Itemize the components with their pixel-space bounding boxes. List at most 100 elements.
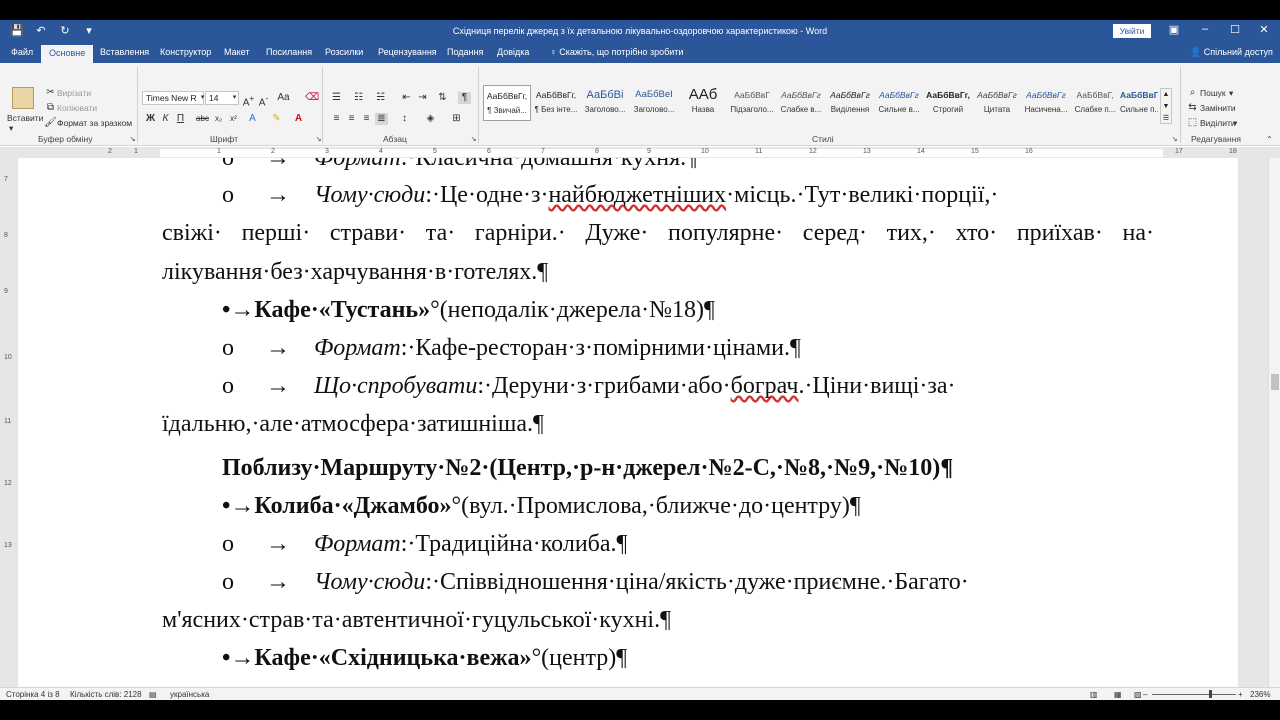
language-status[interactable]: українська [170, 690, 209, 699]
line-spacing-icon[interactable]: ↕ [398, 113, 411, 125]
tab-insert[interactable]: Вставлення [100, 47, 149, 57]
horizontal-ruler[interactable]: 2 1 1 2 3 4 5 6 7 8 9 10 11 12 13 14 15 … [0, 147, 1280, 158]
sort-icon[interactable]: ⇅ [436, 92, 449, 104]
align-right-icon[interactable]: ≡ [360, 113, 373, 125]
style-item[interactable]: АаБбВвГг, ¶ Звичай... [483, 85, 531, 121]
zoom-level[interactable]: 236% [1250, 690, 1270, 699]
style-name: Строгий [932, 105, 964, 114]
style-item[interactable]: АаБбВеІ Заголово... [630, 85, 678, 121]
highlight-icon[interactable]: ✎ [270, 113, 283, 125]
tab-review[interactable]: Рецензування [378, 47, 437, 57]
bullets-icon[interactable]: ☰ [330, 92, 343, 104]
italic-icon[interactable]: К [159, 113, 172, 125]
tab-view[interactable]: Подання [447, 47, 483, 57]
styles-scroll-icon[interactable]: ▲ ▼ ☰ [1160, 88, 1172, 124]
sign-in-button[interactable]: Увійти [1113, 24, 1151, 38]
vertical-ruler[interactable]: 7 8 9 10 11 12 13 [0, 158, 14, 698]
replace-button[interactable]: Замінити [1200, 103, 1236, 113]
numbering-icon[interactable]: ☷ [352, 92, 365, 104]
close-icon[interactable]: ✕ [1254, 23, 1274, 36]
word-count[interactable]: Кількість слів: 2128 [70, 690, 142, 699]
ruler-number: 1 [217, 148, 221, 155]
document-page[interactable]: o → Формат:·Класична·домашня·кухня.¶ o →… [18, 158, 1238, 698]
format-painter-button[interactable]: Формат за зразком [57, 118, 132, 128]
align-center-icon[interactable]: ≡ [345, 113, 358, 125]
tab-layout[interactable]: Макет [224, 47, 249, 57]
clear-formatting-icon[interactable]: ⌫ [305, 92, 319, 104]
share-button[interactable]: 👤 Спільний доступ [1190, 47, 1273, 58]
borders-icon[interactable]: ⊞ [450, 113, 463, 125]
text-effects-icon[interactable]: A [246, 113, 259, 125]
page-count[interactable]: Сторінка 4 із 8 [6, 690, 60, 699]
font-name-box[interactable]: Times New R [142, 91, 204, 105]
ribbon-display-icon[interactable]: ▣ [1164, 23, 1184, 36]
style-item[interactable]: АаБбВвГг Сильне в... [875, 85, 923, 121]
zoom-slider[interactable] [1152, 694, 1236, 695]
collapse-ribbon-icon[interactable]: ⌃ [1263, 134, 1276, 146]
copy-button[interactable]: Копіювати [57, 103, 97, 113]
zoom-in-icon[interactable]: + [1238, 690, 1243, 699]
ruler-number: 16 [1025, 148, 1033, 155]
justify-icon[interactable]: ≣ [375, 113, 388, 125]
cut-button[interactable]: Вирізати [57, 88, 91, 98]
tab-design[interactable]: Конструктор [160, 47, 211, 57]
font-color-icon[interactable]: A [292, 113, 305, 125]
ruler-number: 7 [541, 148, 545, 155]
style-item[interactable]: АаБбВвГг Виділення [826, 85, 874, 121]
tell-me-search[interactable]: ♀ Скажіть, що потрібно зробити [550, 47, 683, 57]
style-item[interactable]: АаБбВі Заголово... [581, 85, 629, 121]
show-marks-icon[interactable]: ¶ [458, 92, 471, 104]
misspelled-word[interactable]: найбюджетніших [548, 182, 726, 208]
paste-icon[interactable] [12, 87, 34, 109]
tab-references[interactable]: Посилання [266, 47, 312, 57]
change-case-icon[interactable]: Aa [277, 92, 290, 104]
proofing-icon[interactable]: ▤ [149, 690, 157, 699]
doc-line: Що·спробувати:·Деруни·з·грибами·або·богр… [314, 372, 956, 400]
shrink-font-icon[interactable]: A- [257, 92, 270, 109]
bold-icon[interactable]: Ж [144, 113, 157, 125]
zoom-slider-thumb[interactable] [1209, 690, 1212, 698]
scrollbar-thumb[interactable] [1271, 374, 1279, 390]
tab-mailings[interactable]: Розсилки [325, 47, 363, 57]
font-size-dropdown-icon[interactable]: ▾ [228, 92, 241, 104]
style-item[interactable]: АаБбВвГг, Строгий [924, 85, 972, 121]
paste-dropdown-icon[interactable]: ▾ [9, 123, 13, 134]
align-left-icon[interactable]: ≡ [330, 113, 343, 125]
tab-home[interactable]: Основне [41, 45, 94, 63]
superscript-icon[interactable]: x² [227, 113, 240, 125]
find-dropdown-icon[interactable]: ▾ [1229, 88, 1233, 99]
zoom-out-icon[interactable]: – [1143, 690, 1147, 699]
tab-file[interactable]: Файл [11, 47, 33, 57]
underline-icon[interactable]: П [174, 113, 187, 125]
shading-icon[interactable]: ◈ [424, 113, 437, 125]
misspelled-word[interactable]: бограч [731, 373, 799, 399]
style-item[interactable]: АаБбВвГ Підзаголо... [728, 85, 776, 121]
style-item[interactable]: АаБбВвГг Насичена... [1022, 85, 1070, 121]
strikethrough-icon[interactable]: abc [196, 113, 209, 125]
style-item[interactable]: АаБбВвГ, Слабке п... [1071, 85, 1119, 121]
style-item[interactable]: АаБбВвГ, Сильне п... [1120, 85, 1158, 121]
font-launcher-icon[interactable]: ↘ [312, 134, 325, 146]
grow-font-icon[interactable]: A+ [242, 92, 255, 109]
decrease-indent-icon[interactable]: ⇤ [400, 92, 413, 104]
read-mode-icon[interactable]: ▥ [1090, 690, 1098, 699]
style-item[interactable]: ААб Назва [679, 85, 727, 121]
subscript-icon[interactable]: x₂ [212, 113, 225, 125]
style-item[interactable]: АаБбВвГг, ¶ Без інте... [532, 85, 580, 121]
multilevel-list-icon[interactable]: ☵ [374, 92, 387, 104]
paste-button[interactable]: Вставити [7, 113, 43, 123]
maximize-icon[interactable]: ☐ [1225, 23, 1245, 36]
ruler-number: 15 [971, 148, 979, 155]
tab-help[interactable]: Довідка [497, 47, 529, 57]
style-item[interactable]: АаБбВвГг Цитата [973, 85, 1021, 121]
vertical-scrollbar[interactable] [1268, 158, 1280, 698]
document-area[interactable]: 7 8 9 10 11 12 13 o → Формат:·Класична·д… [0, 158, 1268, 698]
web-layout-icon[interactable]: ▧ [1134, 690, 1142, 699]
print-layout-icon[interactable]: ▦ [1114, 690, 1122, 699]
style-item[interactable]: АаБбВвГг Слабке в... [777, 85, 825, 121]
select-dropdown-icon[interactable]: ▾ [1233, 118, 1237, 129]
increase-indent-icon[interactable]: ⇥ [416, 92, 429, 104]
select-button[interactable]: Виділити [1200, 118, 1236, 128]
minimize-icon[interactable]: – [1195, 23, 1215, 35]
find-button[interactable]: Пошук [1200, 88, 1226, 98]
